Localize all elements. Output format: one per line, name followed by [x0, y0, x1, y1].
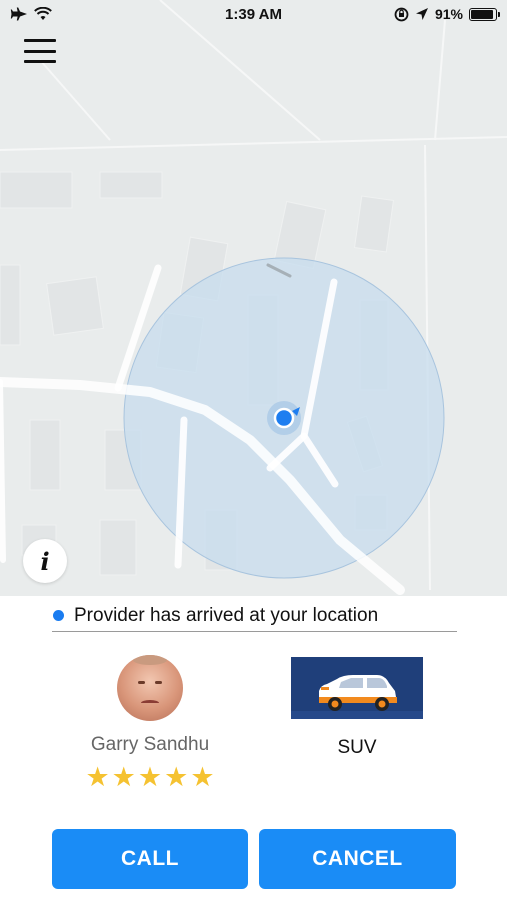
info-button[interactable]: i	[23, 539, 67, 583]
map-view[interactable]	[0, 0, 507, 596]
provider-card: Garry Sandhu ★ ★ ★ ★ ★	[60, 655, 240, 791]
star-icon: ★	[190, 762, 215, 792]
lock-rotation-icon	[394, 7, 409, 21]
battery-icon	[469, 7, 500, 21]
status-right: 91%	[394, 6, 500, 22]
status-bar: 1:39 AM 91%	[0, 0, 507, 28]
battery-percent: 91%	[434, 6, 463, 22]
avatar-mouth	[141, 700, 159, 706]
status-dot	[53, 610, 64, 621]
rating-stars: ★ ★ ★ ★ ★	[85, 764, 214, 791]
menu-line	[24, 39, 56, 42]
star-icon: ★	[137, 762, 163, 792]
current-location-marker	[267, 401, 301, 435]
vehicle-card: SUV	[291, 657, 423, 759]
star-icon: ★	[164, 762, 189, 792]
menu-line	[24, 60, 56, 63]
star-icon: ★	[85, 762, 110, 792]
avatar	[117, 655, 183, 721]
cancel-button[interactable]: CANCEL	[259, 829, 456, 889]
info-icon: i	[40, 546, 50, 576]
provider-name: Garry Sandhu	[90, 734, 210, 755]
trip-status: Provider has arrived at your location	[52, 600, 457, 632]
avatar-eye	[155, 681, 162, 684]
suv-icon	[291, 675, 423, 719]
location-arrow-icon	[415, 8, 428, 20]
menu-line	[24, 49, 56, 53]
battery-fill	[471, 9, 493, 19]
avatar-eye	[138, 681, 145, 684]
status-left	[10, 7, 52, 21]
vehicle-type: SUV	[337, 737, 377, 758]
vehicle-image	[291, 657, 423, 719]
hamburger-menu-icon[interactable]	[22, 36, 58, 66]
airplane-icon	[10, 7, 28, 21]
call-button[interactable]: CALL	[52, 829, 248, 889]
star-icon: ★	[111, 762, 136, 792]
wifi-icon	[34, 7, 52, 20]
status-message: Provider has arrived at your location	[74, 604, 379, 626]
map-canvas	[0, 0, 507, 595]
